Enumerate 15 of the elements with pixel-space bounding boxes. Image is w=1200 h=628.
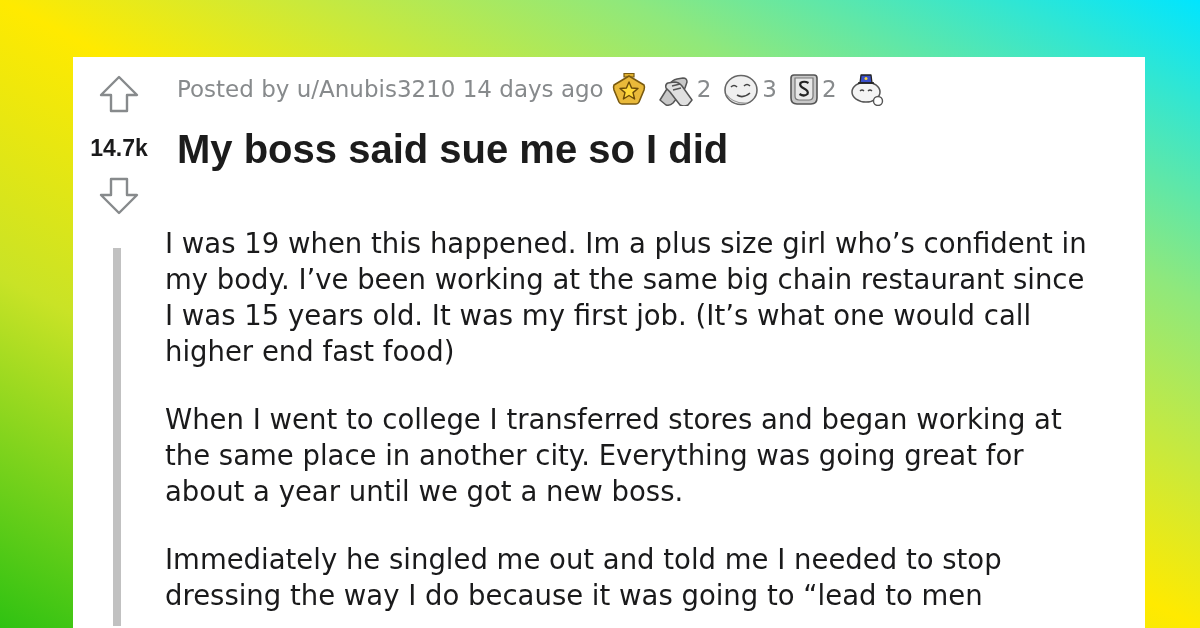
body-paragraph: Immediately he singled me out and told me I needed to stop dressing the way I do because it was going to “lead to men	[165, 542, 1003, 613]
award-count: 2	[821, 76, 837, 102]
body-paragraph: When I went to college I transferred stores and began working at the same place in another city. Everything was going great for about a year until we got a new boss.	[165, 402, 1063, 509]
award-count: 3	[762, 76, 777, 102]
post-meta-text: Posted by u/Anubis3210 14 days ago	[177, 76, 604, 102]
upvote-button[interactable]	[99, 75, 139, 113]
star-badge-icon	[611, 72, 646, 106]
hatted-face-icon	[848, 72, 885, 106]
award-count: 2	[696, 76, 712, 102]
letter-s-badge-icon	[788, 72, 819, 106]
vote-score: 14.7k	[90, 135, 148, 161]
downvote-button[interactable]	[99, 177, 139, 215]
post-title: My boss said sue me so I did	[177, 126, 729, 172]
body-paragraph: I was 19 when this happened. Im a plus size girl who’s confident in my body. I’ve been working at the same big chain restaurant since I was 15 years old. It was my first job. (It’s what one would call higher end fast food)	[165, 226, 1088, 369]
smirking-face-icon	[723, 72, 760, 106]
